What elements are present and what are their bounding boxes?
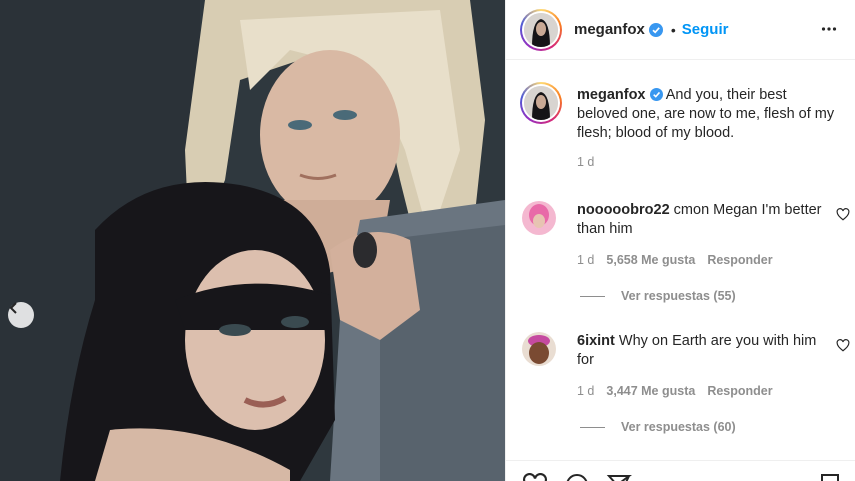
header-separator: •	[670, 21, 676, 38]
verified-badge-icon	[649, 88, 663, 101]
verified-badge-icon	[648, 22, 663, 37]
post-photo[interactable]	[0, 0, 505, 481]
action-bar	[506, 460, 855, 481]
comment-icon[interactable]	[564, 473, 590, 481]
replies-divider	[580, 295, 605, 297]
caption-avatar[interactable]	[520, 82, 562, 124]
post-header: meganfox • Seguir	[506, 0, 855, 60]
carousel-prev-button[interactable]	[8, 302, 34, 328]
view-replies-label: Ver respuestas (55)	[621, 289, 736, 303]
post-sidebar: meganfox • Seguir meganfox And you, thei…	[505, 0, 855, 481]
follow-button[interactable]: Seguir	[682, 21, 729, 38]
commenter-avatar[interactable]	[522, 201, 556, 235]
replies-divider	[580, 426, 605, 428]
heart-icon[interactable]	[836, 208, 850, 221]
author-avatar[interactable]	[520, 8, 562, 51]
commenter-avatar[interactable]	[522, 332, 556, 366]
comment-likes[interactable]: 5,658 Me gusta	[606, 253, 695, 267]
comment-item: 6ixint Why on Earth are you with him for…	[522, 332, 852, 434]
comment-likes[interactable]: 3,447 Me gusta	[606, 384, 695, 398]
chevron-left-icon	[9, 302, 17, 314]
post-image	[0, 0, 505, 481]
caption-username[interactable]: meganfox	[577, 87, 646, 103]
heart-icon[interactable]	[836, 339, 850, 352]
reply-button[interactable]: Responder	[707, 253, 772, 267]
like-icon[interactable]	[522, 473, 548, 481]
commenter-username[interactable]: nooooobro22	[577, 202, 670, 218]
view-replies-button[interactable]: Ver respuestas (55)	[580, 289, 852, 303]
comment-item: nooooobro22 cmon Megan I'm better than h…	[522, 201, 852, 303]
more-options-icon[interactable]	[821, 21, 837, 37]
reply-button[interactable]: Responder	[707, 384, 772, 398]
author-username[interactable]: meganfox	[574, 21, 645, 38]
caption-time[interactable]: 1 d	[577, 155, 840, 169]
post-caption: meganfox And you, their best beloved one…	[520, 82, 840, 169]
view-replies-button[interactable]: Ver respuestas (60)	[580, 420, 852, 434]
view-replies-label: Ver respuestas (60)	[621, 420, 736, 434]
comment-time[interactable]: 1 d	[577, 384, 594, 398]
save-icon[interactable]	[818, 473, 842, 481]
commenter-username[interactable]: 6ixint	[577, 333, 615, 349]
share-icon[interactable]	[606, 473, 632, 481]
comment-time[interactable]: 1 d	[577, 253, 594, 267]
